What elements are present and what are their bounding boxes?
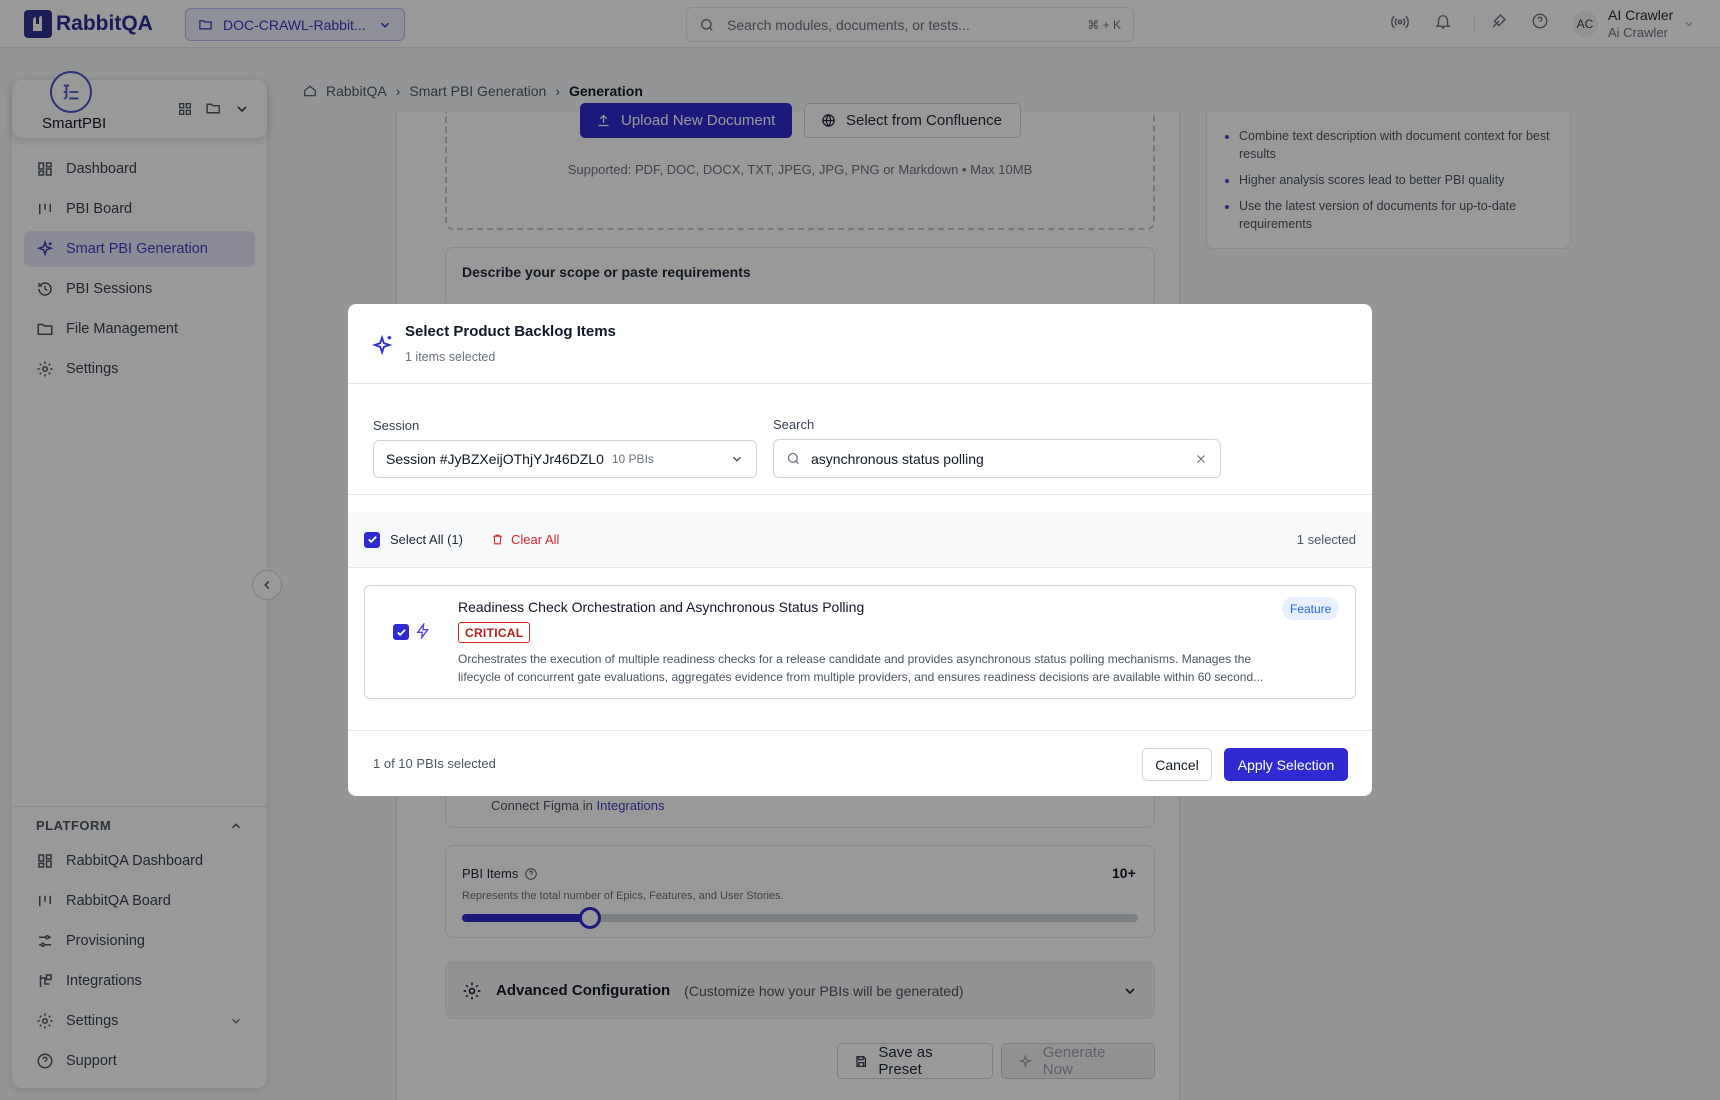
selection-bar: Select All (1) Clear All 1 selected (348, 512, 1372, 568)
pbi-item-checkbox[interactable] (393, 624, 409, 640)
trash-icon (493, 534, 502, 545)
footer-selection-text: 1 of 10 PBIs selected (373, 756, 496, 771)
session-value: Session #JyBZXeijOThjYJr46DZL0 (386, 451, 604, 467)
modal-subtitle: 1 items selected (405, 350, 496, 364)
modal-footer (348, 730, 1372, 796)
clear-all-button[interactable]: Clear All (491, 532, 559, 547)
type-badge: Feature (1282, 597, 1340, 620)
search-icon (787, 452, 799, 464)
cancel-button[interactable]: Cancel (1142, 748, 1212, 781)
modal-header (348, 304, 1372, 384)
pbi-item-title: Readiness Check Orchestration and Asynch… (458, 599, 865, 615)
pbi-search-input[interactable] (811, 450, 1184, 467)
modal-divider (348, 494, 1372, 495)
chevron-down-icon (732, 456, 742, 462)
select-pbi-modal: Select Product Backlog Items 1 items sel… (348, 304, 1372, 796)
pbi-description-line: Orchestrates the execution of multiple r… (458, 652, 1252, 666)
lightning-icon (415, 623, 431, 639)
close-icon[interactable] (1194, 452, 1208, 466)
checkbox-checked-icon (364, 531, 380, 548)
session-label: Session (373, 418, 420, 433)
priority-badge: CRITICAL (458, 622, 531, 643)
pbi-search-field[interactable] (773, 439, 1221, 478)
modal-title: Select Product Backlog Items (405, 323, 616, 340)
clear-all-label: Clear All (510, 532, 560, 547)
select-all-label: Select All (1) (390, 532, 463, 547)
session-select[interactable]: Session #JyBZXeijOThjYJr46DZL0 10 PBIs (373, 440, 757, 478)
sparkle-icon (372, 334, 394, 356)
apply-selection-button[interactable]: Apply Selection (1224, 748, 1348, 781)
selected-count: 1 selected (1296, 532, 1356, 547)
pbi-description-line: lifecycle of concurrent gate evaluations… (458, 670, 1264, 684)
select-all-checkbox[interactable]: Select All (1) (364, 531, 463, 548)
pbi-item-description: Orchestrates the execution of multiple r… (458, 650, 1340, 686)
search-label: Search (773, 417, 815, 432)
session-pbi-count: 10 PBIs (611, 452, 654, 466)
